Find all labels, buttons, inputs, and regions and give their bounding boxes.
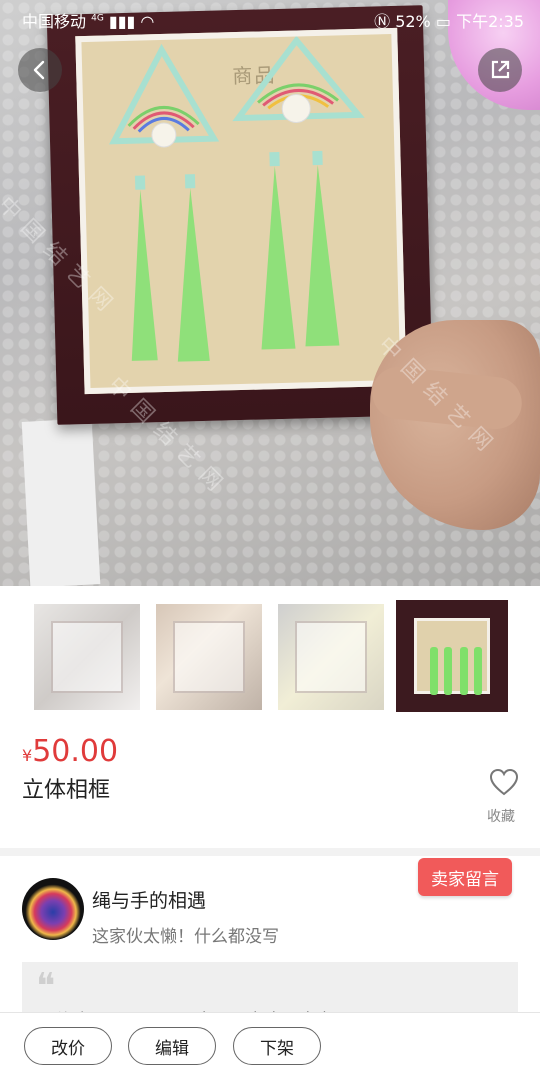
seller-message-button[interactable]: 卖家留言 bbox=[418, 858, 512, 896]
quote-icon: ❝ bbox=[36, 966, 56, 1007]
thumbnail-strip bbox=[0, 586, 540, 726]
back-button[interactable] bbox=[18, 48, 62, 92]
delist-button[interactable]: 下架 bbox=[233, 1027, 321, 1065]
tassel-ornaments bbox=[109, 35, 365, 362]
chevron-left-icon bbox=[33, 60, 45, 80]
heart-icon bbox=[489, 768, 519, 796]
edit-button[interactable]: 编辑 bbox=[128, 1027, 216, 1065]
battery-icon: ▭ bbox=[435, 12, 451, 31]
photo-frame: 商品 bbox=[46, 5, 434, 425]
network-label: 4G bbox=[91, 13, 104, 24]
product-info-card: ¥50.00 立体相框 收藏 bbox=[0, 726, 540, 848]
edit-price-button[interactable]: 改价 bbox=[24, 1027, 112, 1065]
frame-board: 商品 bbox=[75, 27, 407, 395]
thumbnail-2[interactable] bbox=[156, 604, 262, 710]
thumbnail-3[interactable] bbox=[278, 604, 384, 710]
thumbnail-1[interactable] bbox=[34, 604, 140, 710]
share-icon bbox=[491, 60, 510, 79]
nfc-icon: Ⓝ bbox=[374, 12, 391, 31]
wifi-icon: ◠ bbox=[140, 12, 155, 31]
battery-percent: 52% bbox=[395, 12, 431, 31]
currency-symbol: ¥ bbox=[22, 746, 33, 765]
product-title: 立体相框 bbox=[22, 778, 111, 803]
seller-card: 绳与手的相遇 这家伙太懒！什么都没写 卖家留言 ❝ 原价购买26元，现甩卖50元… bbox=[0, 856, 540, 1031]
left-ornament bbox=[109, 43, 220, 362]
bottom-action-bar: 改价 编辑 下架 bbox=[0, 1012, 540, 1081]
clock: 下午2:35 bbox=[456, 12, 524, 31]
seller-avatar[interactable] bbox=[22, 878, 84, 940]
product-hero-image[interactable]: 商品 中国结艺网 中国结艺网 中国结艺网 中国移动 4G ▮▮▮ ◠ Ⓝ 52%… bbox=[0, 0, 540, 586]
paper-card bbox=[21, 418, 101, 586]
seller-name[interactable]: 绳与手的相遇 bbox=[92, 886, 206, 913]
favorite-label[interactable]: 收藏 bbox=[487, 806, 515, 826]
signal-icon: ▮▮▮ bbox=[108, 12, 136, 31]
carrier-label: 中国移动 bbox=[22, 12, 87, 31]
favorite-button[interactable] bbox=[484, 768, 524, 800]
thumbnail-4-selected[interactable] bbox=[396, 600, 508, 712]
seller-bio: 这家伙太懒！什么都没写 bbox=[92, 927, 279, 947]
status-bar: 中国移动 4G ▮▮▮ ◠ Ⓝ 52% ▭ 下午2:35 bbox=[0, 0, 540, 36]
price: ¥50.00 bbox=[22, 734, 118, 769]
share-button[interactable] bbox=[478, 48, 522, 92]
price-value: 50.00 bbox=[32, 734, 119, 769]
right-ornament bbox=[232, 35, 365, 350]
